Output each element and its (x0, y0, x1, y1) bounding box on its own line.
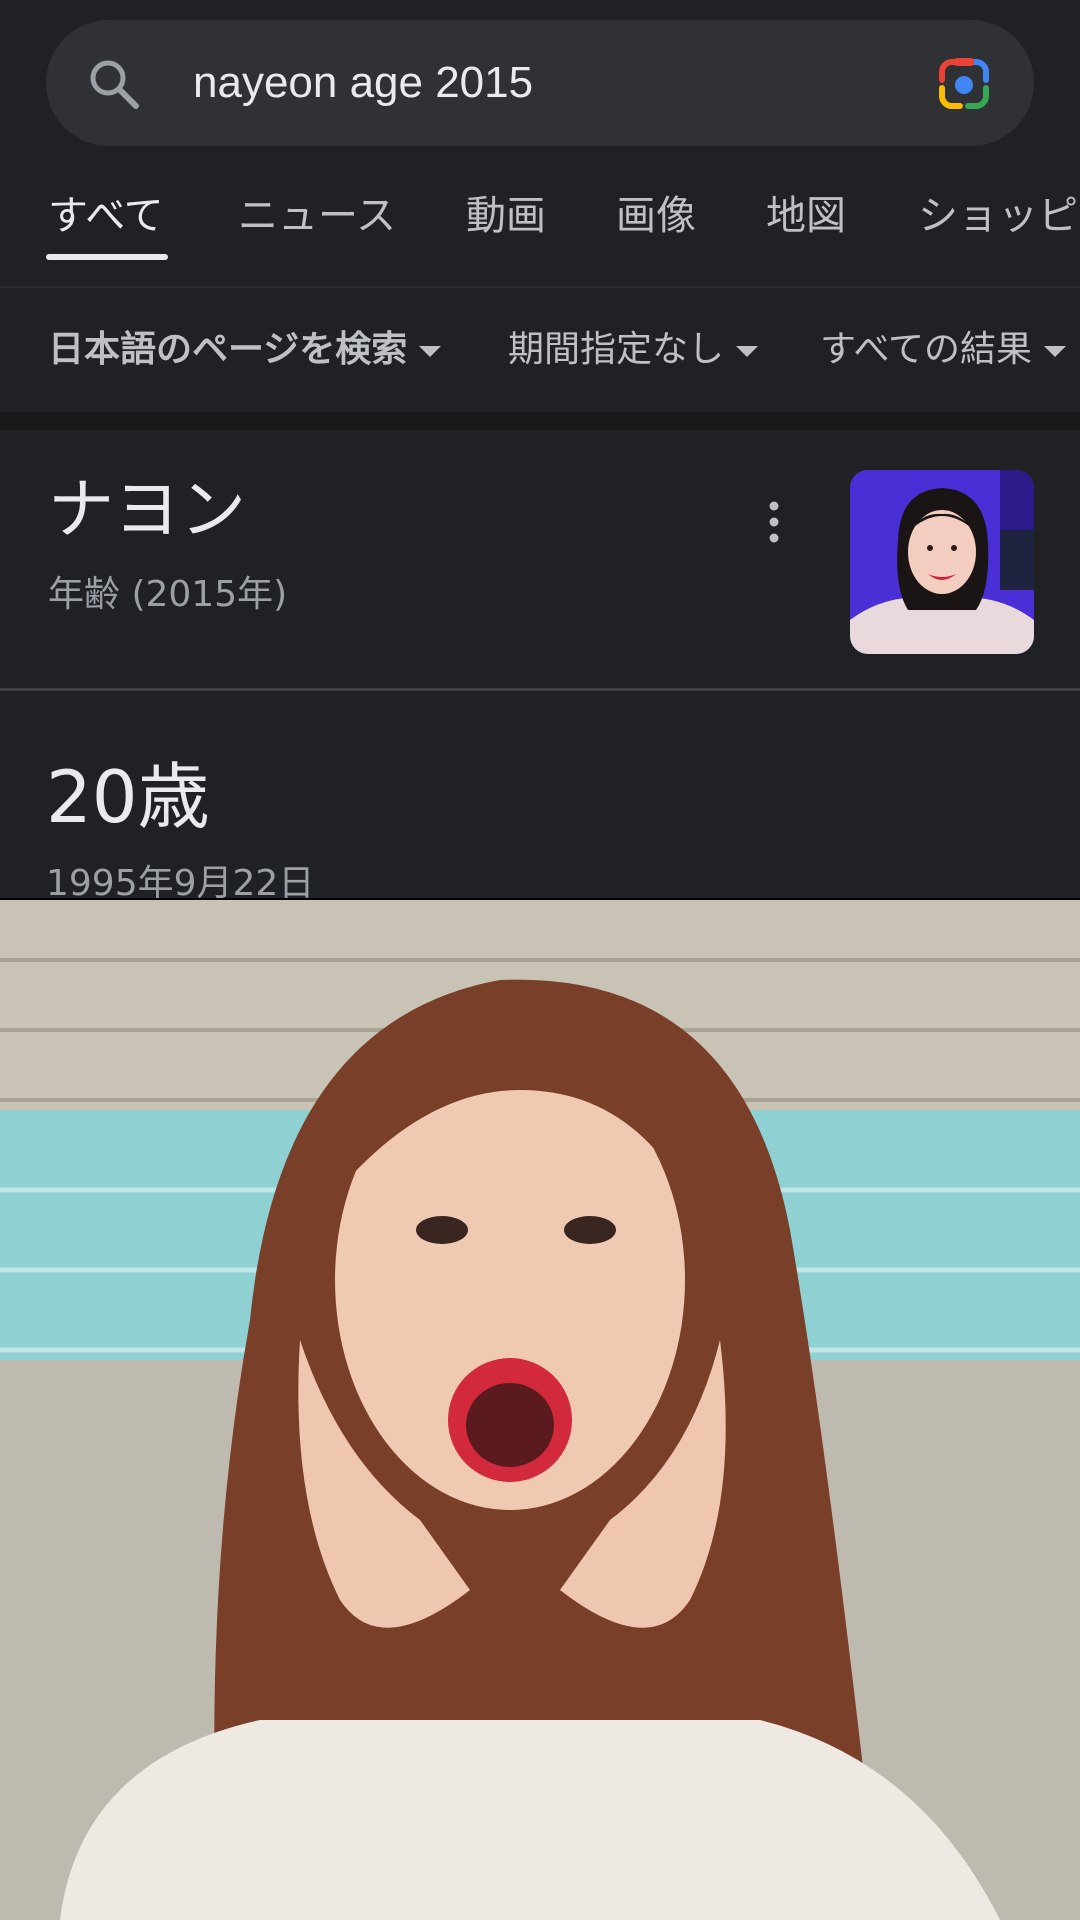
knowledge-panel-thumbnail[interactable] (850, 470, 1034, 654)
knowledge-panel-title[interactable]: ナヨン (48, 470, 246, 550)
reaction-photo-image (0, 900, 1080, 1920)
search-filters: 日本語のページを検索 期間指定なし すべての結果 (0, 322, 1080, 382)
search-icon[interactable] (86, 56, 142, 112)
more-options-icon[interactable] (758, 500, 790, 544)
filter-time[interactable]: 期間指定なし (508, 322, 759, 378)
panel-divider (0, 688, 1080, 691)
filter-results-label: すべての結果 (820, 329, 1033, 370)
knowledge-panel-subtitle: 年齢 (2015年) (48, 574, 288, 615)
filter-language-label: 日本語のページを検索 (48, 329, 408, 370)
dropdown-caret-icon (736, 345, 759, 357)
tab-news[interactable]: ニュース (238, 186, 396, 246)
filter-results[interactable]: すべての結果 (820, 322, 1067, 378)
tab-maps[interactable]: 地図 (766, 186, 846, 246)
tab-shopping[interactable]: ショッピ (918, 186, 1078, 246)
tab-images[interactable]: 画像 (616, 186, 696, 246)
age-answer: 20歳 (46, 755, 210, 839)
filter-time-label: 期間指定なし (508, 329, 725, 370)
filter-language[interactable]: 日本語のページを検索 (48, 322, 442, 378)
dropdown-caret-icon (1044, 345, 1067, 357)
tab-videos[interactable]: 動画 (466, 186, 546, 246)
google-lens-icon[interactable] (934, 54, 994, 114)
reaction-photo (0, 900, 1080, 1920)
search-input[interactable]: nayeon age 2015 (193, 58, 533, 108)
tab-all[interactable]: すべて (48, 186, 164, 246)
portrait-image (850, 470, 1034, 654)
section-separator (0, 412, 1080, 430)
dropdown-caret-icon (419, 345, 442, 357)
active-tab-indicator (46, 254, 168, 260)
tabs-divider (0, 286, 1080, 288)
search-tabs: すべて ニュース 動画 画像 地図 ショッピ (0, 186, 1080, 276)
